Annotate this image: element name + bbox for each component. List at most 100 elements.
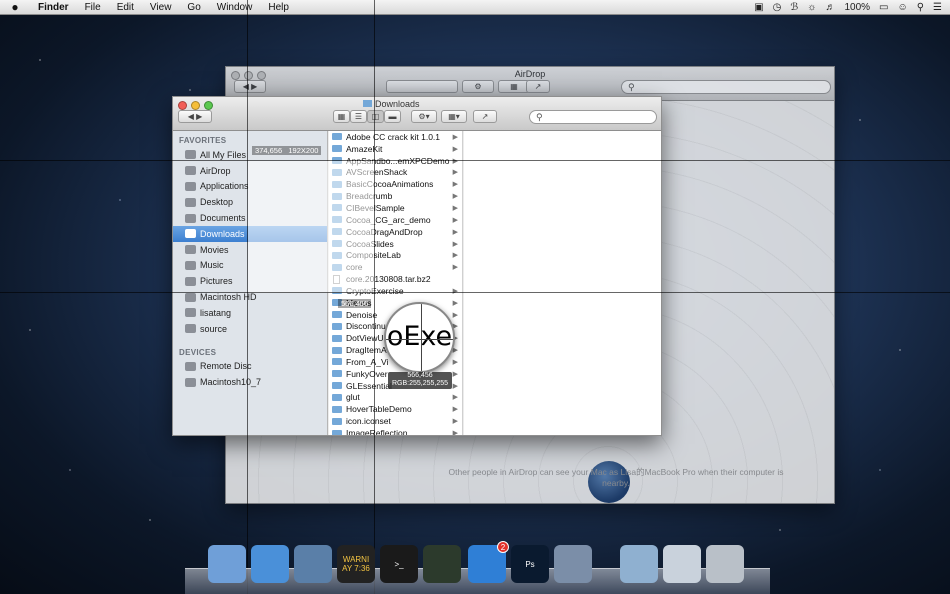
downloads-icon	[185, 229, 196, 239]
minimize-button[interactable]	[191, 101, 200, 110]
airdrop-icon	[185, 166, 196, 176]
menu-help[interactable]: Help	[260, 2, 297, 13]
applications-icon	[185, 181, 196, 191]
photoshop-icon[interactable]: Ps	[511, 545, 549, 583]
files-icon	[185, 150, 196, 160]
sidebar-item-desktop[interactable]: Desktop	[173, 194, 327, 210]
trash-icon[interactable]	[706, 545, 744, 583]
disclosure-arrow-icon: ▶	[452, 145, 458, 153]
share-button[interactable]: ↗	[473, 110, 497, 123]
file-row[interactable]: BasicCocoaAnimations ▶	[329, 178, 462, 190]
menu-edit[interactable]: Edit	[109, 2, 142, 13]
user-icon[interactable]: ☺	[897, 2, 907, 13]
sidebar-item-source[interactable]: source	[173, 321, 327, 337]
sidebar-item-applications[interactable]: Applications	[173, 179, 327, 195]
folder-icon	[332, 228, 342, 236]
console-icon[interactable]: WARNI AY 7:36	[337, 545, 375, 583]
file-row[interactable]: core.20130808.tar.bz2	[329, 273, 462, 285]
zoom-button[interactable]	[204, 101, 213, 110]
menu-go[interactable]: Go	[179, 2, 208, 13]
menu-file[interactable]: File	[77, 2, 109, 13]
search-icon[interactable]: ⚲	[917, 2, 924, 13]
sidebar-item-music[interactable]: Music	[173, 258, 327, 274]
share-button[interactable]: ↗	[526, 80, 550, 93]
file-name: glut	[346, 392, 360, 403]
file-row[interactable]: Adobe CC crack kit 1.0.1 ▶	[329, 131, 462, 143]
close-button[interactable]	[178, 101, 187, 110]
sidebar-device-macintosh10_7[interactable]: Macintosh10_7	[173, 374, 327, 390]
favorites-header: FAVORITES	[179, 136, 227, 145]
airdrop-search-input[interactable]: ⚲	[621, 80, 831, 94]
file-row[interactable]: AVScreenShack ▶	[329, 167, 462, 179]
file-name: DragItemA	[346, 345, 387, 356]
finder-sidebar: FAVORITES All My Files AirDrop Application…	[173, 131, 328, 435]
menu-finder[interactable]: Finder	[30, 2, 77, 13]
disclosure-arrow-icon: ▶	[452, 216, 458, 224]
apple-menu-icon[interactable]: ●	[0, 0, 30, 14]
sidebar-item-pictures[interactable]: Pictures	[173, 273, 327, 289]
battery-label[interactable]: 100%	[844, 2, 870, 13]
volume-icon[interactable]: ♬	[825, 2, 835, 13]
desktop-icon	[185, 197, 196, 207]
wifi-icon[interactable]: ☼	[807, 2, 816, 13]
arrange-button[interactable]: ▦▾	[441, 110, 467, 123]
file-name: ImageReflection	[346, 428, 408, 435]
sidebar-item-label: Documents	[200, 213, 246, 224]
disclosure-arrow-icon: ▶	[452, 169, 458, 177]
column-view-button[interactable]: ◫	[367, 110, 384, 123]
file-row[interactable]: CompositeLab▶	[329, 249, 462, 261]
app-store-icon[interactable]: 2	[468, 541, 509, 583]
file-row[interactable]: Cocoa_CG_arc_demo ▶	[329, 214, 462, 226]
terminal-icon[interactable]: >_	[380, 545, 418, 583]
file-name: Adobe CC crack kit 1.0.1	[346, 131, 441, 142]
back-forward-button[interactable]: ◀ ▶	[234, 80, 266, 93]
sidebar-item-airdrop[interactable]: AirDrop	[173, 163, 327, 179]
file-row[interactable]: HoverTableDemo ▶	[329, 403, 462, 415]
file-row[interactable]: CryptoExercise▶	[329, 285, 462, 297]
downloads-stack-icon[interactable]	[620, 545, 658, 583]
sidebar-item-documents[interactable]: Documents	[173, 210, 327, 226]
safari-icon[interactable]	[251, 545, 289, 583]
sidebar-item-downloads[interactable]: Downloads	[173, 225, 327, 242]
folder-icon	[332, 168, 342, 176]
sidebar-item-label: source	[200, 323, 228, 334]
list-icon[interactable]: ☰	[933, 2, 942, 13]
coverflow-view-button[interactable]: ▬	[384, 110, 401, 123]
file-row[interactable]: CocoaSlides ▶	[329, 238, 462, 250]
back-forward-button[interactable]: ◀ ▶	[178, 110, 212, 123]
xcode-icon[interactable]	[294, 545, 332, 583]
loupe-rgb: RGB:255,255,255	[391, 380, 449, 387]
file-row[interactable]: core ▶	[329, 261, 462, 273]
documents-stack-icon[interactable]	[663, 545, 701, 583]
file-row[interactable]: Breadcrumb ▶	[329, 190, 462, 202]
file-row[interactable]: CIBevelSample ▶	[329, 202, 462, 214]
finder-icon[interactable]	[208, 545, 246, 583]
downloads-search-input[interactable]: ⚲	[529, 110, 657, 124]
menu-window[interactable]: Window	[209, 2, 261, 13]
view-mode-buttons[interactable]	[386, 80, 458, 93]
file-row[interactable]: icon.iconset ▶	[329, 415, 462, 427]
file-row[interactable]: CocoaDragAndDrop ▶	[329, 226, 462, 238]
time-machine-icon[interactable]: ◷	[773, 2, 782, 13]
menu-view[interactable]: View	[142, 2, 180, 13]
file-name: Denoise	[346, 309, 378, 320]
list-view-button[interactable]: ☰	[350, 110, 367, 123]
action-gear-button[interactable]: ⚙▾	[411, 110, 437, 123]
action-button[interactable]: ⚙	[462, 80, 494, 93]
folder-icon	[332, 358, 342, 366]
bluetooth-icon[interactable]: ℬ	[790, 2, 798, 13]
activity-monitor-icon[interactable]	[423, 545, 461, 583]
sidebar-item-lisatang[interactable]: lisatang	[173, 305, 327, 321]
battery-icon[interactable]: ▭	[879, 2, 888, 13]
selection-origin-text: 374,656	[255, 146, 283, 155]
file-row[interactable]: AmazeKit ▶	[329, 143, 462, 155]
sidebar-device-remote-disc[interactable]: Remote Disc	[173, 359, 327, 375]
file-row[interactable]: ImageReflection ▶	[329, 427, 462, 435]
file-row[interactable]: glut ▶	[329, 392, 462, 404]
icon-view-button[interactable]: ▦	[333, 110, 350, 123]
sidebar-item-label: All My Files	[200, 149, 247, 160]
camera-icon[interactable]: ▣	[754, 2, 763, 13]
sidebar-item-movies[interactable]: Movies	[173, 242, 327, 258]
preview-icon[interactable]	[554, 545, 592, 583]
documents-icon	[185, 213, 196, 223]
